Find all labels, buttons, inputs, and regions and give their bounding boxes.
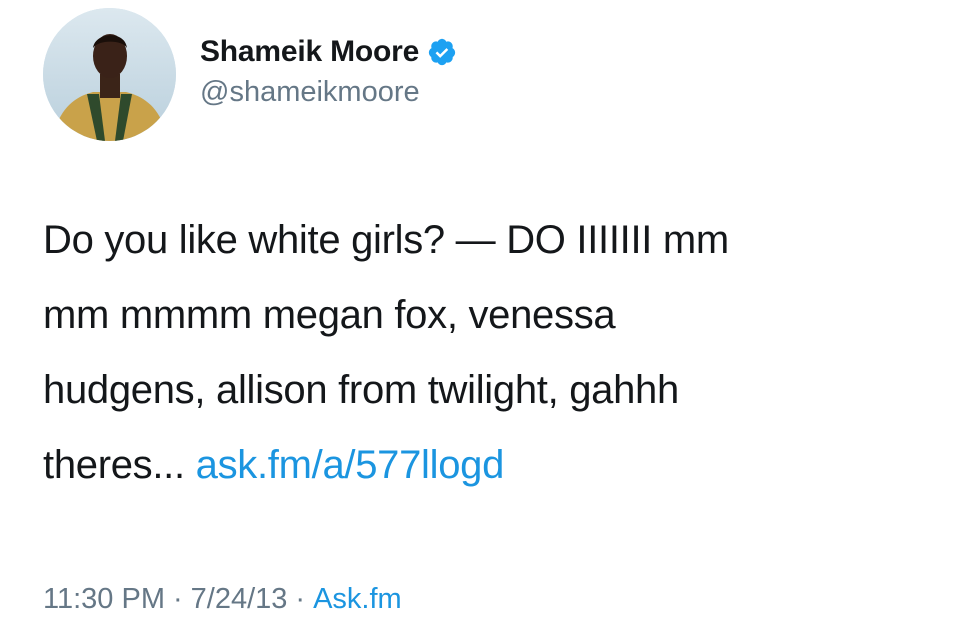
meta-separator: · (295, 583, 306, 615)
tweet-meta: 11:30 PM · 7/24/13 · Ask.fm (43, 583, 402, 616)
avatar[interactable] (43, 8, 176, 141)
tweet-text: Do you like white girls? — DO IIIIIII mm… (43, 203, 943, 503)
tweet-text-line: mm mmmm megan fox, venessa (43, 293, 616, 337)
tweet-card: Shameik Moore @shameikmoore Do you like … (0, 0, 959, 643)
user-handle[interactable]: @shameikmoore (200, 76, 457, 109)
tweet-date[interactable]: 7/24/13 (191, 583, 288, 616)
tweet-text-line: hudgens, allison from twilight, gahhh (43, 368, 679, 412)
display-name[interactable]: Shameik Moore (200, 35, 419, 69)
tweet-link[interactable]: ask.fm/a/577llogd (196, 443, 505, 487)
tweet-source-link[interactable]: Ask.fm (313, 583, 402, 616)
tweet-text-line: Do you like white girls? — DO IIIIIII mm (43, 218, 729, 262)
tweet-header: Shameik Moore @shameikmoore (200, 30, 457, 109)
tweet-text-line-last: theres... ask.fm/a/577llogd (43, 428, 943, 503)
tweet-time[interactable]: 11:30 PM (43, 583, 165, 616)
meta-separator: · (172, 583, 183, 615)
name-row: Shameik Moore (200, 30, 457, 74)
verified-badge-icon (427, 37, 457, 67)
tweet-text-line: theres... (43, 443, 196, 487)
